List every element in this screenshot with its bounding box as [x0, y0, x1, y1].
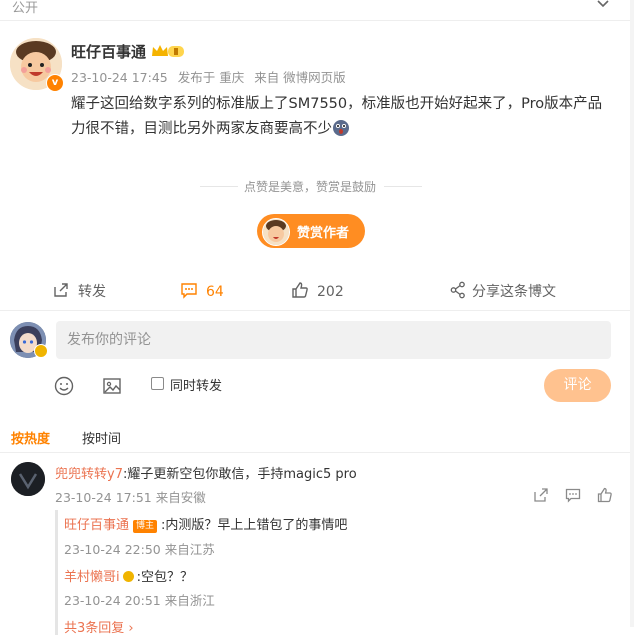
reward-author-button[interactable]: 赞赏作者	[257, 214, 365, 248]
comment-repost-icon[interactable]	[533, 487, 549, 503]
share-action[interactable]: 分享这条博文	[450, 281, 556, 301]
comment-time: 23-10-24 17:51	[55, 490, 152, 505]
reply-source: 来自浙江	[164, 593, 215, 608]
verified-badge-icon: v	[46, 74, 64, 92]
replies-box: 旺仔百事通 博主:内测版？早上上错包了的事情吧 23-10-24 22:50 来自…	[55, 510, 618, 636]
image-icon[interactable]	[102, 376, 122, 396]
share-label: 分享这条博文	[472, 284, 556, 300]
reply-meta: 23-10-24 22:50 来自江苏	[64, 539, 215, 558]
section-divider	[0, 310, 630, 311]
reply-author-name[interactable]: 旺仔百事通	[64, 518, 129, 533]
reward-avatar	[262, 218, 290, 246]
reply-item: 羊村懒哥i :空包？？	[64, 566, 193, 585]
repost-icon	[54, 283, 68, 297]
shocked-emoji-icon	[333, 120, 349, 136]
reply-item: 旺仔百事通 博主:内测版？早上上错包了的事情吧	[64, 514, 347, 533]
repost-checkbox[interactable]	[151, 377, 164, 390]
visibility-label: 公开	[12, 1, 39, 16]
emoji-icon[interactable]	[54, 376, 74, 396]
repost-label: 转发	[78, 284, 106, 300]
reward-tip: 点赞是美意，赞赏是鼓励	[244, 180, 377, 194]
author-name[interactable]: 旺仔百事通	[71, 41, 146, 62]
comment-input[interactable]	[56, 321, 611, 359]
reward-divider-left	[200, 186, 238, 187]
sort-by-hot-tab[interactable]: 按热度	[11, 428, 50, 447]
gold-verified-badge-icon	[122, 571, 134, 582]
commenter-avatar[interactable]	[11, 462, 45, 496]
reply-text: :空包？？	[136, 570, 194, 585]
repost-checkbox-label[interactable]: 同时转发	[170, 375, 222, 394]
like-action[interactable]: 202	[291, 281, 344, 300]
post-time[interactable]: 23-10-24 17:45	[71, 70, 168, 85]
comment-source: 来自安徽	[155, 490, 206, 505]
post-body: 耀子这回给数字系列的标准版上了SM7550，标准版也开始好起来了，Pro版本产品…	[71, 92, 616, 142]
post-source: 来自 微博网页版	[254, 70, 346, 85]
comment-like-icon[interactable]	[597, 487, 613, 503]
crown-level-badge-icon	[152, 45, 184, 57]
reply-time: 23-10-24 20:51	[64, 593, 161, 608]
post-header-bar: 公开	[0, 0, 634, 21]
reward-button-label: 赞赏作者	[297, 226, 350, 241]
scrollbar[interactable]	[630, 0, 634, 627]
comment-content: 兜兜转转y7:耀子更新空包你敢信，手持magic5 pro	[55, 463, 357, 482]
post-location: 发布于 重庆	[177, 70, 245, 85]
submit-comment-button[interactable]: 评论	[544, 369, 611, 402]
sort-divider	[0, 452, 630, 453]
comment-count: 64	[206, 284, 224, 300]
like-count: 202	[317, 284, 344, 300]
cartoon-avatar-icon	[263, 219, 289, 245]
reply-text: :内测版？早上上错包了的事情吧	[161, 518, 348, 533]
comment-action[interactable]: 64	[180, 281, 224, 300]
dark-logo-avatar-icon	[11, 462, 45, 496]
reward-divider-right	[384, 186, 422, 187]
gold-verified-badge-icon	[34, 344, 48, 358]
comment-icon	[181, 283, 197, 299]
reply-meta: 23-10-24 20:51 来自浙江	[64, 590, 215, 609]
comment-text: :耀子更新空包你敢信，手持magic5 pro	[122, 467, 357, 482]
comment-meta: 23-10-24 17:51 来自安徽	[55, 487, 206, 506]
commenter-name[interactable]: 兜兜转转y7	[55, 467, 123, 482]
sort-by-time-tab[interactable]: 按时间	[82, 428, 121, 447]
thumbs-up-icon	[292, 282, 308, 298]
reply-source: 来自江苏	[164, 542, 215, 557]
comment-reply-icon[interactable]	[565, 487, 581, 503]
author-tag-badge: 博主	[133, 520, 158, 533]
reply-time: 23-10-24 22:50	[64, 542, 161, 557]
repost-action[interactable]: 转发	[52, 281, 106, 301]
reply-author-name[interactable]: 羊村懒哥i	[64, 570, 120, 585]
post-meta: 23-10-24 17:45 发布于 重庆 来自 微博网页版	[71, 67, 352, 86]
chevron-down-icon[interactable]	[595, 0, 611, 11]
share-icon	[450, 281, 465, 299]
